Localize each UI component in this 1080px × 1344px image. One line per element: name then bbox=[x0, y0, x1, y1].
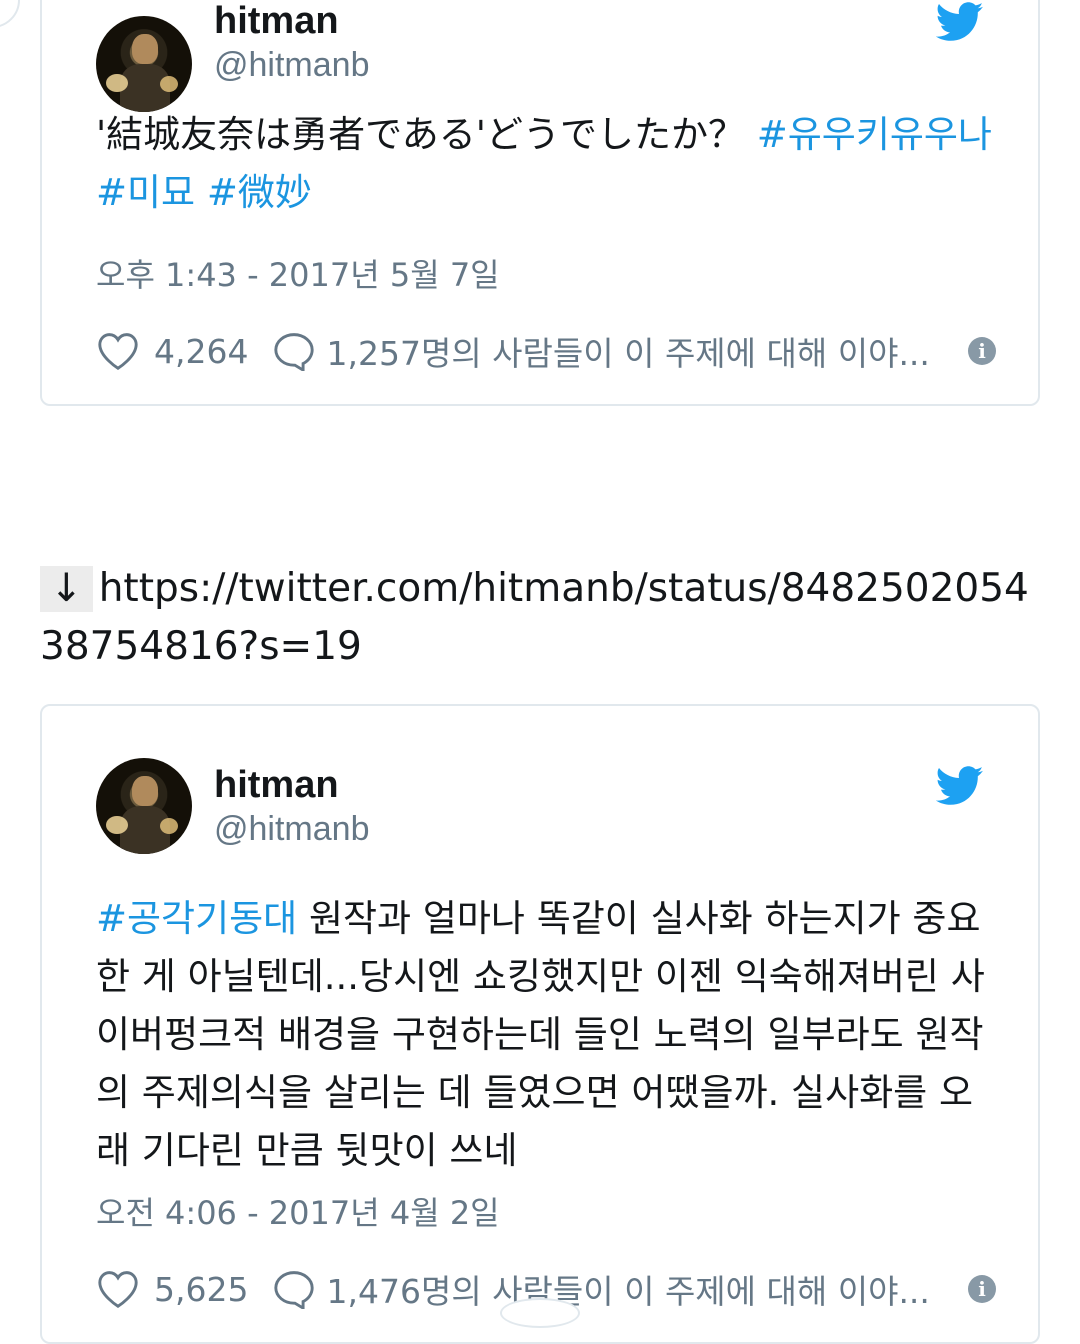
embedded-tweet-1[interactable]: hitman @hitmanb '結城友奈は勇者である'どうでしたか？ #유우키… bbox=[40, 0, 1040, 406]
author-name[interactable]: hitman bbox=[214, 764, 339, 807]
avatar[interactable] bbox=[96, 16, 192, 112]
tweet-text-segment bbox=[195, 171, 207, 214]
heart-icon[interactable] bbox=[96, 1269, 140, 1309]
twitter-bird-icon[interactable] bbox=[936, 766, 984, 806]
heart-icon[interactable] bbox=[96, 331, 140, 371]
info-icon[interactable]: i bbox=[968, 1275, 996, 1303]
tweet-text: '結城友奈は勇者である'どうでしたか？ #유우키유우나 #미묘 #微妙 bbox=[96, 106, 996, 222]
hashtag-link[interactable]: #유우키유우나 bbox=[757, 113, 992, 156]
tweet-timestamp[interactable]: 오후 1:43 - 2017년 5월 7일 bbox=[96, 250, 500, 296]
tweet-text-segment: '結城友奈は勇者である'どうでしたか？ bbox=[96, 113, 757, 156]
conversation-link[interactable]: 1,476명의 사람들이 이 주제에 대해 이야... bbox=[326, 1265, 954, 1313]
hashtag-link[interactable]: #공각기동대 bbox=[96, 897, 297, 940]
tweet-timestamp[interactable]: 오전 4:06 - 2017년 4월 2일 bbox=[96, 1188, 500, 1234]
like-count[interactable]: 4,264 bbox=[154, 332, 248, 371]
embedded-tweet-2[interactable]: hitman @hitmanb #공각기동대 원작과 얼마나 똑같이 실사화 하… bbox=[40, 704, 1040, 1344]
down-arrow-icon: ↓ bbox=[40, 566, 93, 612]
author-handle[interactable]: @hitmanb bbox=[214, 46, 369, 85]
speech-bubble-icon[interactable] bbox=[272, 1269, 316, 1309]
avatar[interactable] bbox=[96, 758, 192, 854]
partial-circle-decoration bbox=[500, 1298, 580, 1328]
speech-bubble-icon[interactable] bbox=[272, 331, 316, 371]
conversation-link[interactable]: 1,257명의 사람들이 이 주제에 대해 이야... bbox=[326, 327, 954, 375]
author-name[interactable]: hitman bbox=[214, 0, 339, 43]
like-count[interactable]: 5,625 bbox=[154, 1270, 248, 1309]
author-handle[interactable]: @hitmanb bbox=[214, 810, 369, 849]
twitter-bird-icon[interactable] bbox=[936, 2, 984, 42]
hashtag-link[interactable]: #微妙 bbox=[207, 171, 312, 214]
tweet-url[interactable]: https://twitter.com/hitmanb/status/84825… bbox=[40, 566, 1029, 669]
hashtag-link[interactable]: #미묘 bbox=[96, 171, 195, 214]
info-icon[interactable]: i bbox=[968, 337, 996, 365]
partial-circle-decoration bbox=[0, 0, 20, 28]
tweet-url-line: ↓ https://twitter.com/hitmanb/status/8482… bbox=[40, 560, 1040, 676]
tweet-actions: 4,264 1,257명의 사람들이 이 주제에 대해 이야... i bbox=[96, 326, 996, 376]
tweet-text: #공각기동대 원작과 얼마나 똑같이 실사화 하는지가 중요한 게 아닐텐데..… bbox=[96, 890, 996, 1180]
